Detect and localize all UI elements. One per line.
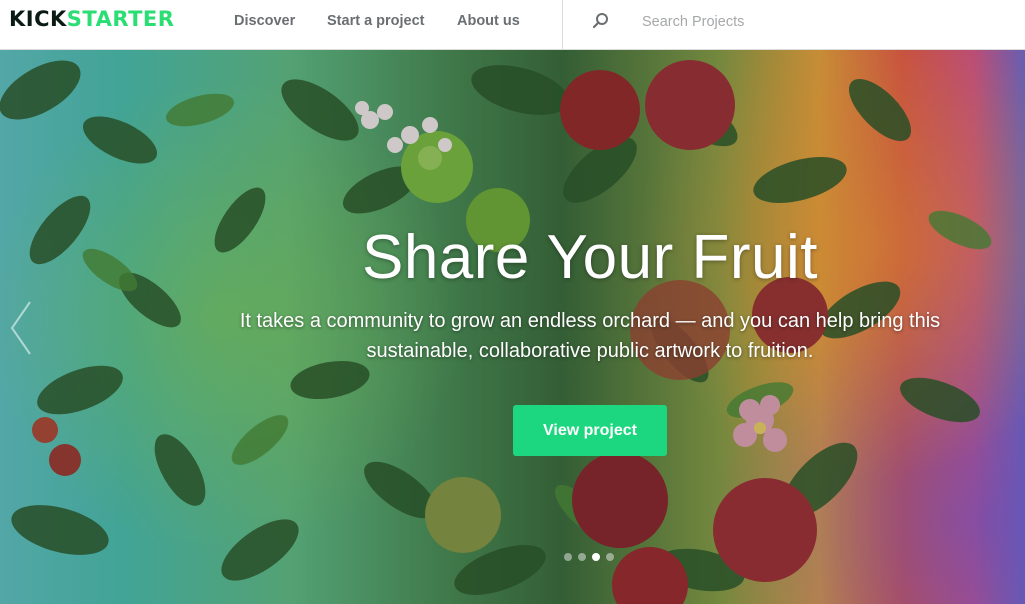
search-input[interactable] [640,8,1014,36]
chevron-left-icon[interactable] [8,298,34,358]
carousel-dot[interactable] [564,553,572,561]
carousel-dot-active[interactable] [592,553,600,561]
search-icon[interactable] [592,12,610,30]
nav-about-us[interactable]: About us [457,13,520,29]
header-divider [562,0,563,50]
carousel-dot[interactable] [606,553,614,561]
view-project-button[interactable]: View project [513,405,667,456]
carousel-dots [564,553,614,563]
kickstarter-logo[interactable]: KICKSTARTER [9,7,174,31]
logo-starter: STARTER [66,7,175,31]
hero-title: Share Your Fruit [361,223,819,292]
hero-description: It takes a community to grow an endless … [239,310,941,362]
site-header: KICKSTARTER Discover Start a project Abo… [0,0,1025,50]
nav-discover[interactable]: Discover [234,13,295,29]
hero-banner: Share Your Fruit It takes a community to… [0,50,1025,604]
carousel-dot[interactable] [578,553,586,561]
nav-start-a-project[interactable]: Start a project [327,13,425,29]
logo-kick: KICK [9,7,67,31]
